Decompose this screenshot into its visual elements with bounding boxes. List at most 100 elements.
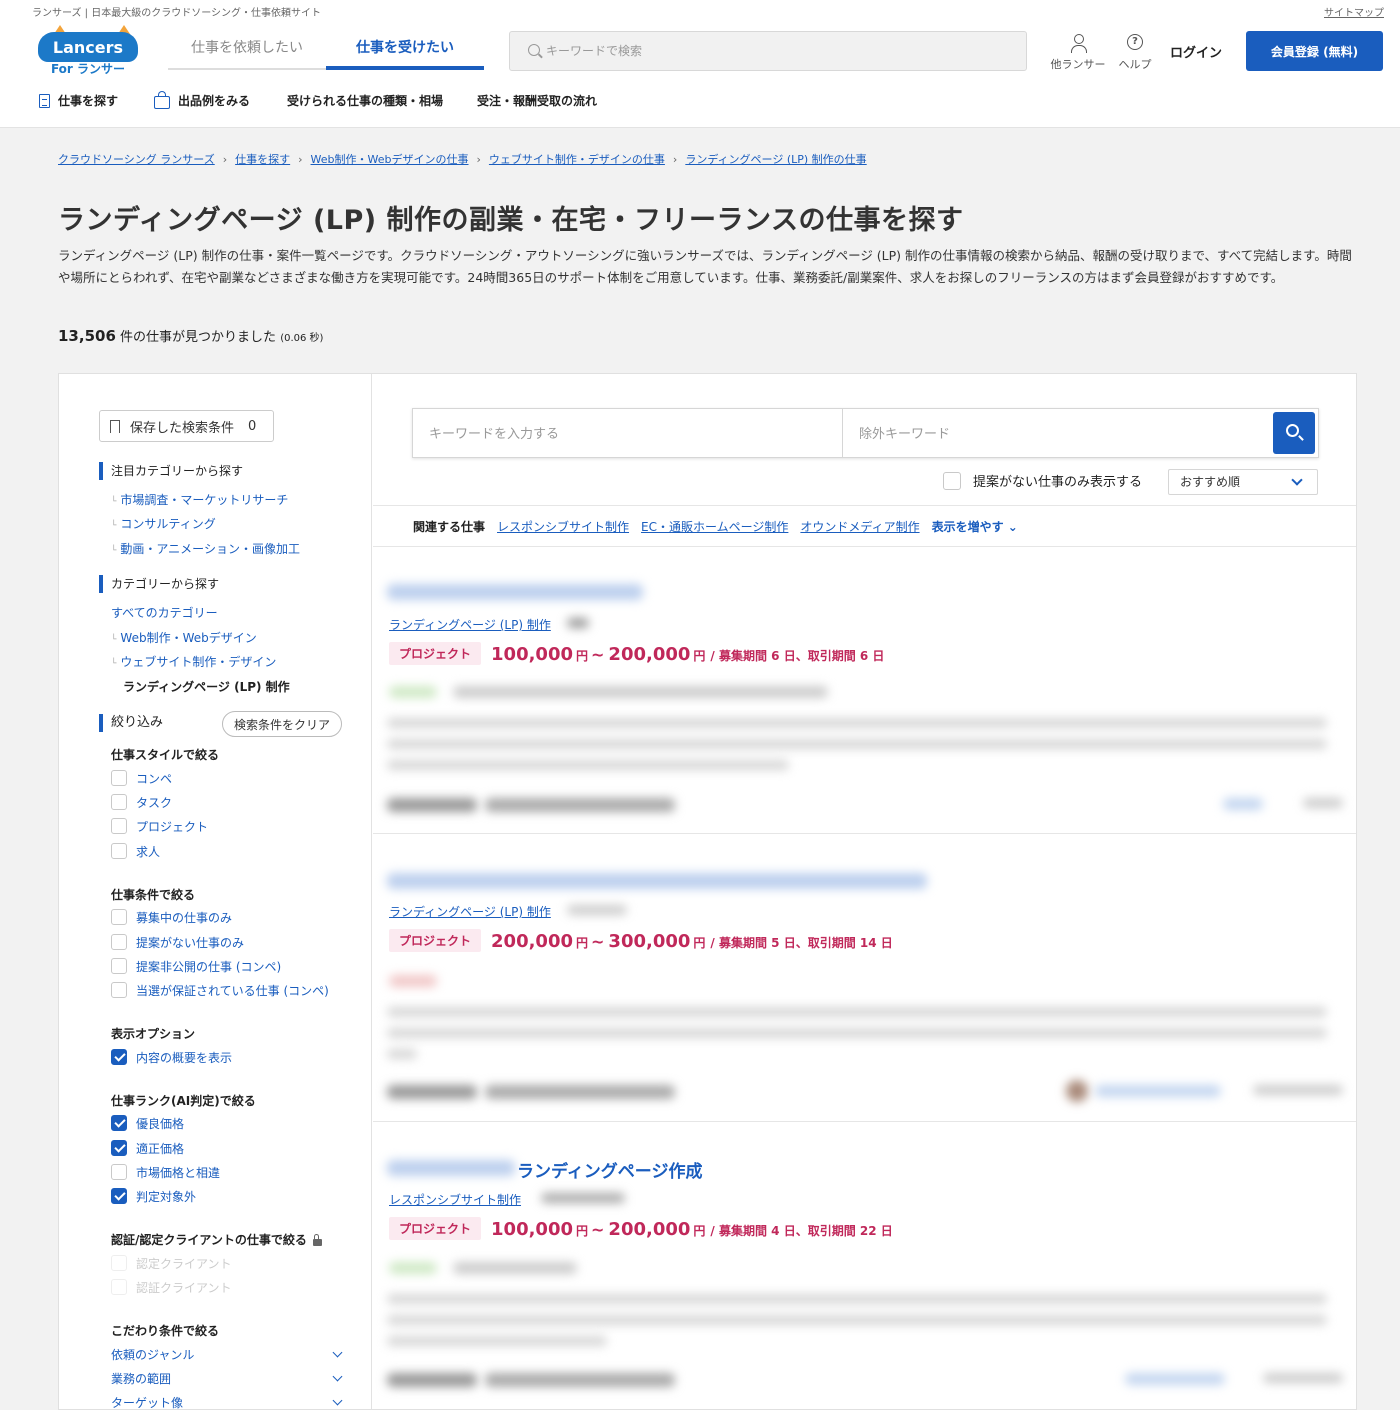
subnav-find-jobs[interactable]: 仕事を探す [39,92,118,109]
page-title: ランディングページ (LP) 制作の副業・在宅・フリーランスの仕事を探す [58,205,964,236]
checkbox[interactable] [111,934,127,950]
help-link[interactable]: ? ヘルプ [1114,34,1156,72]
checkbox[interactable] [111,843,127,859]
filter-checkbox-task[interactable]: タスク [111,793,172,811]
option-checkbox-summary[interactable]: 内容の概要を表示 [111,1048,232,1066]
featured-category-link[interactable]: └ 市場調査・マーケットリサーチ [111,491,288,508]
filter-checkbox-open[interactable]: 募集中の仕事のみ [111,908,232,926]
checkbox-checked[interactable] [111,1049,127,1065]
job-card[interactable]: ランディングページ (LP) 制作 プロジェクト 100,000 円 ~ 200,… [373,548,1356,834]
saved-searches-label: 保存した検索条件 [130,420,235,436]
page-description: ランディングページ (LP) 制作の仕事・案件一覧ページです。クラウドソーシング… [58,248,1352,285]
checkbox[interactable] [111,982,127,998]
breadcrumb-item[interactable]: ランディングページ (LP) 制作の仕事 [685,151,866,167]
job-title[interactable]: ランディングページ作成 [517,1157,702,1182]
no-proposal-toggle[interactable]: 提案がない仕事のみ表示する [943,471,1142,490]
price-max: 200,000 [608,1219,691,1240]
site-tagline: ランサーズ | 日本最大級のクラウドソーシング・仕事依頼サイト [32,8,322,19]
help-icon: ? [1127,34,1143,50]
checkbox-disabled [111,1279,127,1295]
checkbox-checked[interactable] [111,1188,127,1204]
related-jobs-label: 関連する仕事 [413,519,486,534]
search-panel: 保存した検索条件 0 注目カテゴリーから探す └ 市場調査・マーケットリサーチ └… [58,373,1357,1410]
breadcrumb-item[interactable]: 仕事を探す [235,151,290,167]
related-job-link[interactable]: EC・通販ホームページ制作 [641,518,788,535]
breadcrumb-item[interactable]: Web制作・Webデザインの仕事 [311,151,469,167]
show-more-link[interactable]: 表示を増やす ⌄ [932,518,1018,535]
tab-hire[interactable]: 仕事を依頼したい [168,30,326,70]
bookmark-icon [110,419,120,437]
job-condition-heading: 仕事条件で絞る [111,888,196,902]
keyword-input[interactable] [413,409,843,457]
featured-category-link[interactable]: └ 動画・アニメーション・画像加工 [111,540,300,557]
checkbox[interactable] [943,471,961,490]
blurred-job-title[interactable] [387,584,643,600]
breadcrumb-item[interactable]: クラウドソーシング ランサーズ [58,151,215,167]
checkbox-disabled [111,1255,127,1271]
checkbox-checked[interactable] [111,1140,127,1156]
job-rank-heading: 仕事ランク(AI判定)で絞る [111,1094,256,1108]
result-count-number: 13,506 [58,327,116,345]
job-category-link[interactable]: ランディングページ (LP) 制作 [389,616,551,633]
subnav-listings[interactable]: 出品例をみる [154,90,250,109]
result-count-suffix: 件の仕事が見つかりました [120,330,277,345]
filter-checkbox-guaranteed[interactable]: 当選が保証されている仕事 (コンペ) [111,981,329,999]
rank-checkbox-differs[interactable]: 市場価格と相違 [111,1163,220,1181]
header-search-input[interactable] [546,32,1016,70]
category-link-website[interactable]: └ ウェブサイト制作・デザイン [111,653,276,670]
job-card[interactable]: ランディングページ (LP) 制作 プロジェクト 200,000 円 ~ 300,… [373,835,1356,1122]
header-search [509,31,1027,71]
login-link[interactable]: ログイン [1170,42,1222,61]
related-jobs-bar: 関連する仕事 レスポンシブサイト制作 EC・通販ホームページ制作 オウンドメディ… [373,505,1356,547]
saved-searches-button[interactable]: 保存した検索条件 0 [99,410,274,442]
filter-checkbox-private-proposal[interactable]: 提案非公開の仕事 (コンペ) [111,957,281,975]
preference-target[interactable]: ターゲット像 [111,1394,343,1409]
rank-checkbox-excellent[interactable]: 優良価格 [111,1114,184,1132]
rank-checkbox-excluded[interactable]: 判定対象外 [111,1187,196,1205]
job-price: プロジェクト 200,000 円 ~ 300,000 円 / 募集期間 5 日、取… [389,929,893,954]
categories-heading: カテゴリーから探す [99,575,219,593]
checkbox-checked[interactable] [111,1115,127,1131]
checkbox[interactable] [111,770,127,786]
filter-checkbox-competition[interactable]: コンペ [111,769,172,787]
checkbox[interactable] [111,818,127,834]
search-time: (0.06 秒) [280,333,324,344]
subnav-job-types[interactable]: 受けられる仕事の種類・相場 [287,92,443,109]
category-link-all[interactable]: すべてのカテゴリー [111,604,218,621]
job-card[interactable]: ランディングページ作成 レスポンシブサイト制作 プロジェクト 100,000 円… [373,1123,1356,1409]
filter-checkbox-no-proposal[interactable]: 提案がない仕事のみ [111,933,244,951]
filter-checkbox-recruit[interactable]: 求人 [111,842,160,860]
signup-button[interactable]: 会員登録 (無料) [1246,31,1383,71]
current-category: ランディングページ (LP) 制作 [123,680,290,694]
exclude-keyword-input[interactable] [843,409,1273,457]
rank-checkbox-fair[interactable]: 適正価格 [111,1139,184,1157]
checkbox[interactable] [111,958,127,974]
preference-genre[interactable]: 依頼のジャンル [111,1346,343,1363]
job-category-link[interactable]: ランディングページ (LP) 制作 [389,903,551,920]
related-job-link[interactable]: レスポンシブサイト制作 [497,518,629,535]
search-button[interactable] [1273,412,1315,454]
blurred-job-title[interactable] [387,873,927,889]
featured-category-link[interactable]: └ コンサルティング [111,515,216,532]
sitemap-link[interactable]: サイトマップ [1324,4,1384,19]
other-lancer-link[interactable]: 他ランサー [1046,34,1110,72]
breadcrumb-item[interactable]: ウェブサイト制作・デザインの仕事 [489,151,665,167]
results-area: 提案がない仕事のみ表示する おすすめ順 関連する仕事 レスポンシブサイト制作 E… [373,374,1356,1409]
sort-select[interactable]: おすすめ順 [1168,469,1318,495]
tab-find-work[interactable]: 仕事を受けたい [326,30,484,70]
cert-checkbox-certified: 認定クライアント [111,1254,232,1272]
checkbox[interactable] [111,909,127,925]
cert-checkbox-verified: 認証クライアント [111,1278,232,1296]
checkbox[interactable] [111,794,127,810]
checkbox[interactable] [111,1164,127,1180]
job-category-link[interactable]: レスポンシブサイト制作 [389,1191,521,1208]
preference-scope[interactable]: 業務の範囲 [111,1370,343,1387]
subnav-flow[interactable]: 受注・報酬受取の流れ [477,92,597,109]
filter-checkbox-project[interactable]: プロジェクト [111,817,208,835]
related-job-link[interactable]: オウンドメディア制作 [800,518,919,535]
category-link-web[interactable]: └ Web制作・Webデザイン [111,629,257,646]
price-max: 300,000 [608,931,691,952]
clear-filters-button[interactable]: 検索条件をクリア [222,711,342,737]
lancers-logo[interactable]: Lancers For ランサー [38,24,142,76]
chevron-right-icon: › [298,152,303,166]
